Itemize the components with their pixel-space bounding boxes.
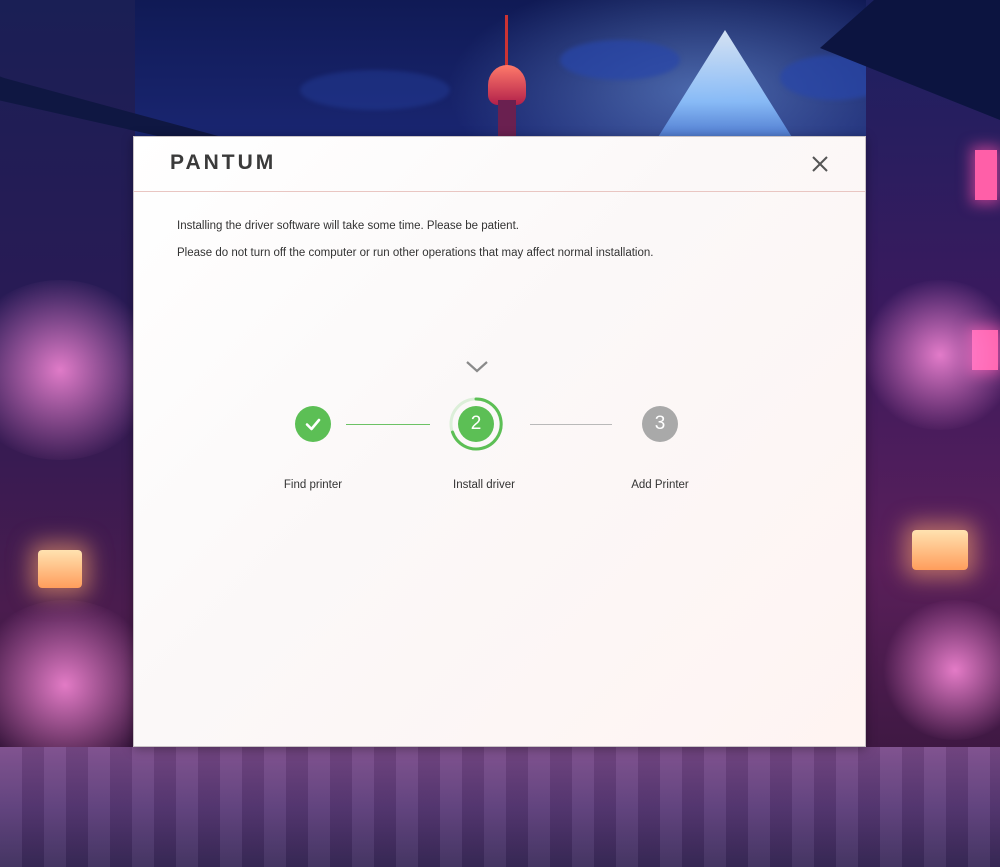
wallpaper-cloud [300,70,450,110]
wallpaper-tower-body [498,100,516,140]
wallpaper-street [0,747,1000,867]
step-label-find-printer: Find printer [283,479,343,491]
step-connector-pending [530,424,612,425]
install-time-notice: Installing the driver software will take… [177,220,519,232]
wallpaper-lantern [912,530,968,570]
wallpaper-cloud [560,40,680,80]
close-icon [812,156,828,172]
step-label-add-printer: Add Printer [631,479,689,491]
check-icon [305,418,321,431]
step-add-printer-indicator: 3 [642,406,678,442]
installer-dialog: PANTUM Installing the driver software wi… [133,136,866,747]
wallpaper-lantern [38,550,82,588]
step-connector-completed [346,424,430,425]
step-label-install-driver: Install driver [453,479,515,491]
wallpaper-tower [488,65,526,105]
step-find-printer-indicator [295,406,331,442]
chevron-down-icon [464,359,490,375]
dialog-header: PANTUM [134,137,865,192]
install-warning-notice: Please do not turn off the computer or r… [177,247,654,259]
wallpaper-window [975,150,997,200]
pantum-logo: PANTUM [170,151,277,174]
step-install-driver-indicator: 2 [458,406,494,442]
close-button[interactable] [806,150,834,178]
